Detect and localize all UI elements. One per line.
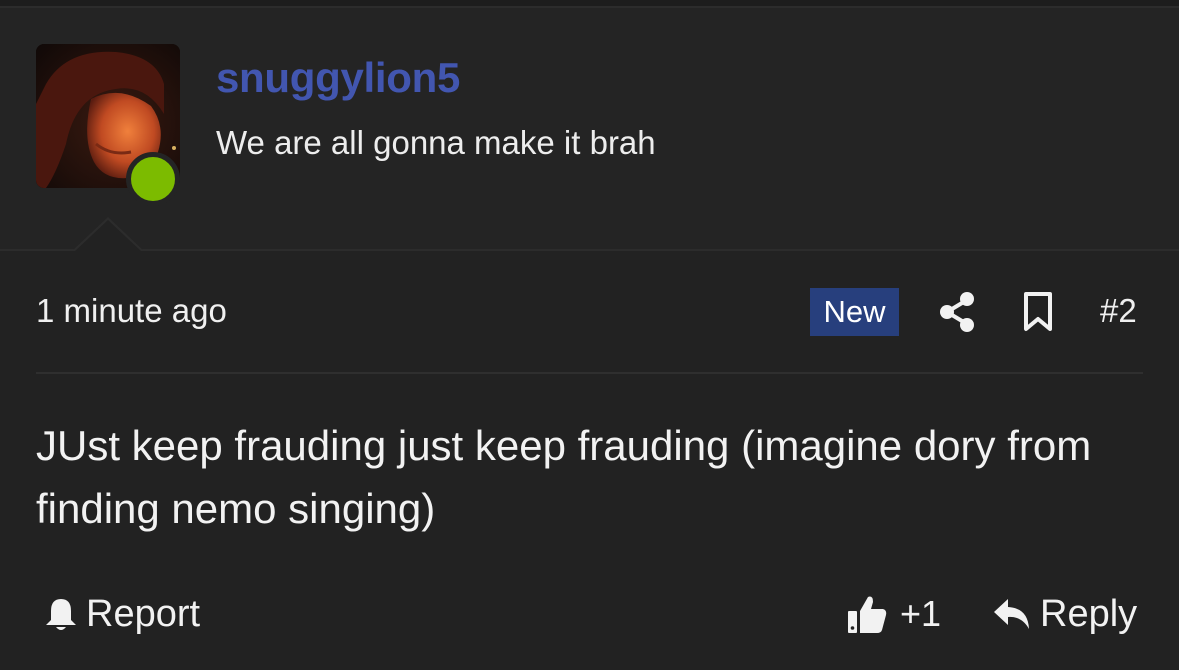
reply-button[interactable]: Reply xyxy=(992,590,1137,638)
username-link[interactable]: snuggylion5 xyxy=(216,54,460,102)
bookmark-button[interactable] xyxy=(1022,292,1054,332)
reply-label: Reply xyxy=(1040,592,1138,635)
meta-divider xyxy=(36,372,1143,374)
user-title: We are all gonna make it brah xyxy=(216,124,656,161)
new-badge: New xyxy=(810,288,899,336)
header-divider xyxy=(0,249,1179,251)
share-button[interactable] xyxy=(938,290,976,334)
report-button[interactable]: Report xyxy=(44,590,200,638)
report-label: Report xyxy=(86,592,201,635)
post-timestamp[interactable]: 1 minute ago xyxy=(36,292,227,330)
bell-icon xyxy=(46,599,76,630)
thumbs-up-icon xyxy=(848,596,887,633)
post-number-link[interactable]: #2 xyxy=(1100,292,1137,330)
bookmark-icon xyxy=(1024,292,1052,331)
like-button[interactable]: +1 xyxy=(846,590,941,638)
author-pointer-arrow xyxy=(72,217,144,252)
online-status-indicator xyxy=(126,152,180,206)
post-body: JUst keep frauding just keep frauding (i… xyxy=(36,422,1092,532)
top-divider xyxy=(0,0,1179,8)
reply-arrow-icon xyxy=(994,599,1029,629)
like-count: +1 xyxy=(900,593,942,634)
share-icon xyxy=(940,292,974,332)
